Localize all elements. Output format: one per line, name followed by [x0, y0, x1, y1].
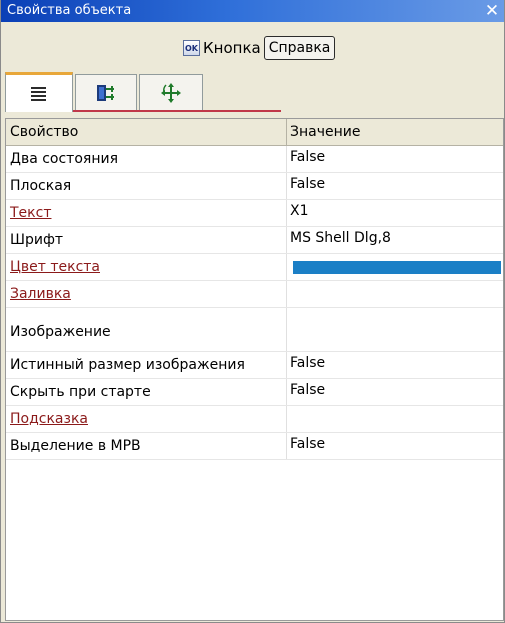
property-value[interactable]: False — [290, 149, 325, 165]
tab-position[interactable] — [139, 74, 203, 110]
table-row[interactable]: Шрифт MS Shell Dlg,8 — [6, 227, 503, 254]
tab-events[interactable] — [75, 74, 137, 110]
object-type-label: Кнопка — [203, 39, 261, 57]
row-divider — [286, 173, 287, 199]
row-divider — [286, 146, 287, 172]
window-title: Свойства объекта — [7, 3, 132, 18]
header-value: Значение — [290, 124, 361, 140]
property-value[interactable]: X1 — [290, 203, 309, 219]
table-row[interactable]: Изображение — [6, 308, 503, 352]
property-value[interactable]: False — [290, 382, 325, 398]
table-row[interactable]: Заливка — [6, 281, 503, 308]
property-name: Истинный размер изображения — [10, 357, 245, 373]
table-row[interactable]: Плоская False — [6, 173, 503, 200]
property-name: Выделение в МРВ — [10, 438, 141, 454]
table-row[interactable]: Выделение в МРВ False — [6, 433, 503, 460]
table-row[interactable]: Скрыть при старте False — [6, 379, 503, 406]
property-list-icon — [31, 86, 46, 101]
move-arrows-icon — [161, 82, 181, 103]
property-name: Плоская — [10, 178, 72, 194]
property-grid: Свойство Значение Два состояния False Пл… — [5, 118, 504, 621]
events-icon — [97, 84, 114, 101]
table-row[interactable]: Истинный размер изображения False — [6, 352, 503, 379]
close-button[interactable]: ✕ — [482, 0, 502, 22]
row-divider — [286, 433, 287, 459]
ok-icon: OK — [183, 40, 200, 56]
tab-underline — [73, 110, 281, 112]
title-bar[interactable]: Свойства объекта ✕ — [1, 0, 504, 22]
property-name-link[interactable]: Цвет текста — [10, 259, 100, 275]
table-row[interactable]: Цвет текста — [6, 254, 503, 281]
property-value[interactable]: False — [290, 436, 325, 452]
text-color-swatch[interactable] — [293, 261, 501, 274]
property-value[interactable]: MS Shell Dlg,8 — [290, 230, 391, 246]
property-value[interactable]: False — [290, 176, 325, 192]
grid-header: Свойство Значение — [6, 119, 503, 146]
tab-properties[interactable] — [5, 72, 73, 112]
row-divider — [286, 227, 287, 253]
table-row[interactable]: Подсказка — [6, 406, 503, 433]
property-name: Изображение — [10, 324, 111, 340]
property-name-link[interactable]: Подсказка — [10, 411, 88, 427]
row-divider — [286, 281, 287, 307]
close-icon: ✕ — [484, 1, 500, 21]
row-divider — [286, 308, 287, 351]
header-property: Свойство — [10, 124, 79, 140]
property-name: Шрифт — [10, 232, 64, 248]
properties-window: Свойства объекта ✕ OK Кнопка Справка Сво… — [0, 0, 505, 623]
column-divider[interactable] — [286, 119, 287, 146]
row-divider — [286, 200, 287, 226]
row-divider — [286, 254, 287, 280]
property-name: Два состояния — [10, 151, 118, 167]
property-name-link[interactable]: Текст — [10, 205, 51, 221]
row-divider — [286, 379, 287, 405]
property-name: Скрыть при старте — [10, 384, 151, 400]
help-button[interactable]: Справка — [263, 36, 336, 60]
property-name-link[interactable]: Заливка — [10, 286, 71, 302]
row-divider — [286, 406, 287, 432]
toolbar: OK Кнопка Справка — [1, 34, 504, 62]
property-value[interactable]: False — [290, 355, 325, 371]
table-row[interactable]: Текст X1 — [6, 200, 503, 227]
row-divider — [286, 352, 287, 378]
table-row[interactable]: Два состояния False — [6, 146, 503, 173]
